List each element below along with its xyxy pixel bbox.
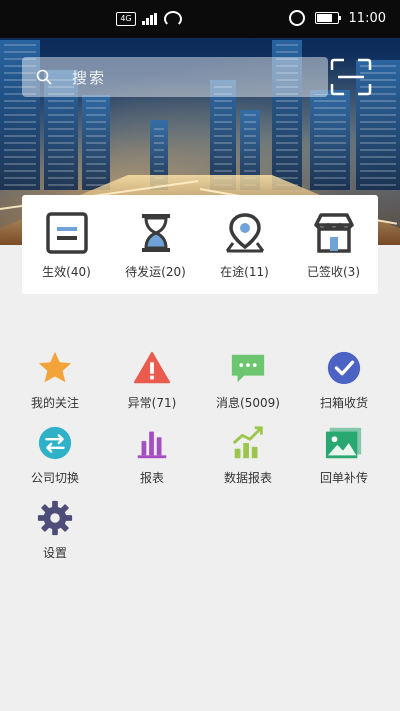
menu-label: 数据报表 [223,471,272,485]
menu-settings[interactable]: 设置 [5,498,105,561]
wifi-icon [164,11,182,27]
status-label: 已签收(3) [307,265,360,279]
menu-receipt-upload[interactable]: 回单补传 [294,423,394,486]
building [82,95,110,190]
menu-label: 回单补传 [319,471,368,485]
status-label: 在途(11) [220,265,269,279]
status-label: 生效(40) [42,265,91,279]
menu-label: 我的关注 [30,396,79,410]
menu-favorites[interactable]: 我的关注 [5,348,105,411]
message-icon [231,354,265,383]
status-time: 11:00 [348,10,386,26]
shipment-status-card: 生效(40) 待发运(20) 在途(11) 已签收(3) [22,195,378,294]
status-effective[interactable]: 生效(40) [22,209,111,280]
menu-label: 异常(71) [127,396,177,410]
bar-chart-icon [137,431,167,459]
image-upload-icon [325,427,362,459]
status-indicators: 4G [116,11,182,27]
status-bar: 4G 11:00 [0,0,400,38]
search-icon [36,69,52,85]
menu-label: 公司切换 [30,471,79,485]
status-pending-shipment[interactable]: 待发运(20) [111,209,200,280]
sim-badge: 4G [116,12,136,26]
document-icon [45,212,88,254]
star-icon [38,351,72,383]
menu-scan-receive[interactable]: 扫箱收货 [294,348,394,411]
menu-label: 消息(5009) [216,396,280,410]
menu-messages[interactable]: 消息(5009) [198,348,298,411]
menu-data-reports[interactable]: 数据报表 [198,423,298,486]
search-bar[interactable]: 搜索 [22,57,328,97]
building [310,90,350,190]
switch-icon [38,426,72,460]
store-icon [313,213,354,253]
menu-label: 报表 [139,471,164,485]
search-placeholder: 搜索 [72,69,107,87]
status-signed[interactable]: 已签收(3) [289,209,378,280]
battery-icon [314,12,341,24]
status-in-transit[interactable]: 在途(11) [200,209,289,280]
hourglass-icon [141,214,170,252]
menu-exceptions[interactable]: 异常(71) [102,348,202,411]
signal-icon [142,13,158,25]
menu-label: 设置 [42,546,67,560]
gear-icon [37,500,73,536]
status-right: 11:00 [288,10,386,26]
menu-switch-company[interactable]: 公司切换 [5,423,105,486]
check-circle-icon [327,351,361,385]
scan-icon[interactable] [330,58,372,96]
alarm-icon [288,10,305,26]
menu-label: 扫箱收货 [319,396,368,410]
status-label: 待发运(20) [125,265,186,279]
menu-reports[interactable]: 报表 [102,423,202,486]
trend-chart-icon [232,426,263,459]
warning-icon [133,351,171,384]
map-pin-icon [225,213,264,253]
